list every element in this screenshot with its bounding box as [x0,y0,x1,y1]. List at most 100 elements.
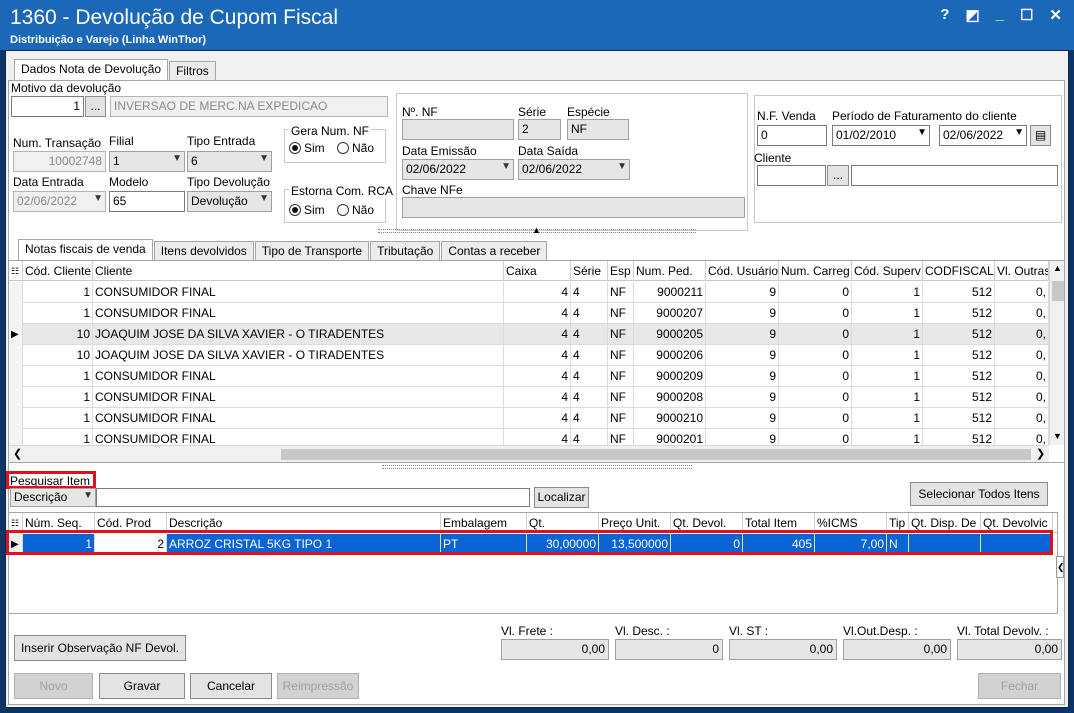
col-cod-cliente[interactable]: Cód. Cliente [23,261,93,281]
sales-hscroll-thumb[interactable] [281,449,1031,460]
st-field: 0,00 [729,639,837,660]
frete-field: 0,00 [501,639,609,660]
gravar-button[interactable]: Gravar [99,673,185,699]
fechar-button[interactable]: Fechar [978,673,1061,699]
sales-vscroll[interactable]: ▲ ▼ [1049,261,1064,445]
col-num-ped[interactable]: Num. Ped. [634,261,706,281]
col-esp[interactable]: Esp [608,261,634,281]
gera-num-nf-nao[interactable]: Não [337,141,374,155]
row-indicator [9,387,23,408]
col-vl-outras[interactable]: Vl. Outras [995,261,1049,281]
col-cliente[interactable]: Cliente [93,261,504,281]
data-saida-select[interactable]: 02/06/2022 ▼ [518,159,630,180]
data-emissao-value: 02/06/2022 [406,162,467,176]
cliente-nome-field[interactable] [851,165,1058,186]
col-cod-superv[interactable]: Cód. Superv [852,261,923,281]
tipo-entrada-select[interactable]: 6 ▼ [187,151,272,172]
chevron-down-icon: ▼ [259,193,269,204]
chevron-left-icon[interactable]: ❮ [13,447,22,460]
chevron-up-icon[interactable]: ▲ [532,225,541,235]
middle-splitter[interactable] [382,465,692,469]
especie-field: NF [567,119,629,140]
localizar-button[interactable]: Localizar [534,487,589,508]
tab-tributacao[interactable]: Tributação [370,241,441,260]
col-codfiscal[interactable]: CODFISCAL [923,261,995,281]
nf-venda-input[interactable]: 0 [757,125,827,146]
maximize-icon[interactable]: ☐ [1020,6,1033,24]
chevron-down-icon[interactable]: ▼ [1053,431,1062,441]
search-field-select[interactable]: Descrição ▼ [10,488,96,507]
col-num-carreg[interactable]: Num. Carreg [779,261,852,281]
restore-layout-icon[interactable]: ◩ [965,6,979,24]
cell-num-ped: 9000206 [634,345,706,366]
estorna-nao-label: Não [352,203,375,217]
gera-sim-label: Sim [304,141,325,155]
table-row[interactable]: 1 CONSUMIDOR FINAL 4 4 NF 9000208 9 0 1 512 0, [9,387,1049,408]
cell-num-ped: 9000210 [634,408,706,429]
chevron-up-icon[interactable]: ▲ [1053,263,1062,273]
filial-select[interactable]: 1 ▼ [109,151,185,172]
grid-menu-icon[interactable]: ☷ [9,261,23,281]
cell-cod-usuario: 9 [706,345,779,366]
periodo-inicio-select[interactable]: 01/02/2010 ▼ [832,125,930,146]
tab-dados-nota[interactable]: Dados Nota de Devolução [14,59,169,80]
chave-nfe-label: Chave NFe [402,183,463,197]
tipo-devolucao-label: Tipo Devolução [187,175,270,189]
tab-notas-fiscais[interactable]: Notas fiscais de venda [18,239,153,260]
motivo-browse-button[interactable]: ... [85,96,106,117]
table-row[interactable]: 1 CONSUMIDOR FINAL 4 4 NF 9000211 9 0 1 512 0, [9,282,1049,303]
cell-serie: 4 [571,324,608,345]
inserir-observacao-button[interactable]: Inserir Observação NF Devol. [14,635,186,661]
cell-cliente: CONSUMIDOR FINAL [93,303,504,324]
close-icon[interactable]: ✕ [1049,6,1062,24]
tipo-devolucao-select[interactable]: Devolução ▼ [187,191,272,212]
cell-esp: NF [608,366,634,387]
calendar-icon[interactable]: ▤ [1030,125,1051,146]
cell-num-ped: 9000205 [634,324,706,345]
cell-serie: 4 [571,387,608,408]
data-saida-label: Data Saída [518,144,579,158]
table-row[interactable]: 1 CONSUMIDOR FINAL 4 4 NF 9000207 9 0 1 512 0, [9,303,1049,324]
help-icon[interactable]: ? [940,6,949,24]
tab-tipo-transporte[interactable]: Tipo de Transporte [254,241,370,260]
periodo-inicio-value: 01/02/2010 [836,128,897,142]
select-all-items-button[interactable]: Selecionar Todos Itens [910,482,1048,506]
table-row[interactable]: 1 CONSUMIDOR FINAL 4 4 NF 9000209 9 0 1 512 0, [9,366,1049,387]
filial-value: 1 [113,154,120,168]
cliente-code-input[interactable] [757,165,826,186]
chevron-right-icon[interactable]: ❯ [1036,447,1045,460]
table-row[interactable]: 10 JOAQUIM JOSE DA SILVA XAVIER - O TIRAD… [9,345,1049,366]
data-emissao-select[interactable]: 02/06/2022 ▼ [402,159,514,180]
sales-vscroll-thumb[interactable] [1052,281,1064,301]
reimpressao-button[interactable]: Reimpressão [277,673,359,699]
tab-contas-receber[interactable]: Contas a receber [441,241,548,260]
minimize-icon[interactable]: _ [996,6,1004,24]
modelo-input[interactable]: 65 [109,191,185,212]
tab-filtros[interactable]: Filtros [169,61,216,80]
novo-button[interactable]: Novo [14,673,93,699]
motivo-code-input[interactable]: 1 [11,96,84,117]
sales-hscroll[interactable]: ❮ ❯ [9,445,1049,462]
cell-cod-cliente: 1 [23,303,93,324]
periodo-label: Período de Faturamento do cliente [832,109,1017,123]
cell-num-carreg: 0 [779,282,852,303]
table-row[interactable]: ▶ 10 JOAQUIM JOSE DA SILVA XAVIER - O TIRA… [9,324,1049,345]
gera-num-nf-label: Gera Num. NF [289,124,372,138]
cell-cliente: CONSUMIDOR FINAL [93,366,504,387]
serie-label: Série [518,105,547,119]
tab-itens-devolvidos[interactable]: Itens devolvidos [153,241,254,260]
gera-num-nf-sim[interactable]: Sim [289,141,325,155]
col-caixa[interactable]: Caixa [504,261,571,281]
chave-nfe-field [402,197,745,218]
col-serie[interactable]: Série [571,261,608,281]
expand-panel-icon[interactable]: ❮ [1056,556,1065,578]
modelo-label: Modelo [109,175,149,189]
cliente-browse-button[interactable]: ... [827,165,849,186]
estorna-rca-sim[interactable]: Sim [289,203,325,217]
estorna-rca-nao[interactable]: Não [337,203,374,217]
search-input[interactable] [96,488,530,507]
table-row[interactable]: 1 CONSUMIDOR FINAL 4 4 NF 9000210 9 0 1 512 0, [9,408,1049,429]
periodo-fim-select[interactable]: 02/06/2022 ▼ [939,125,1027,146]
cancelar-button[interactable]: Cancelar [190,673,272,699]
col-cod-usuario[interactable]: Cód. Usuário [706,261,779,281]
